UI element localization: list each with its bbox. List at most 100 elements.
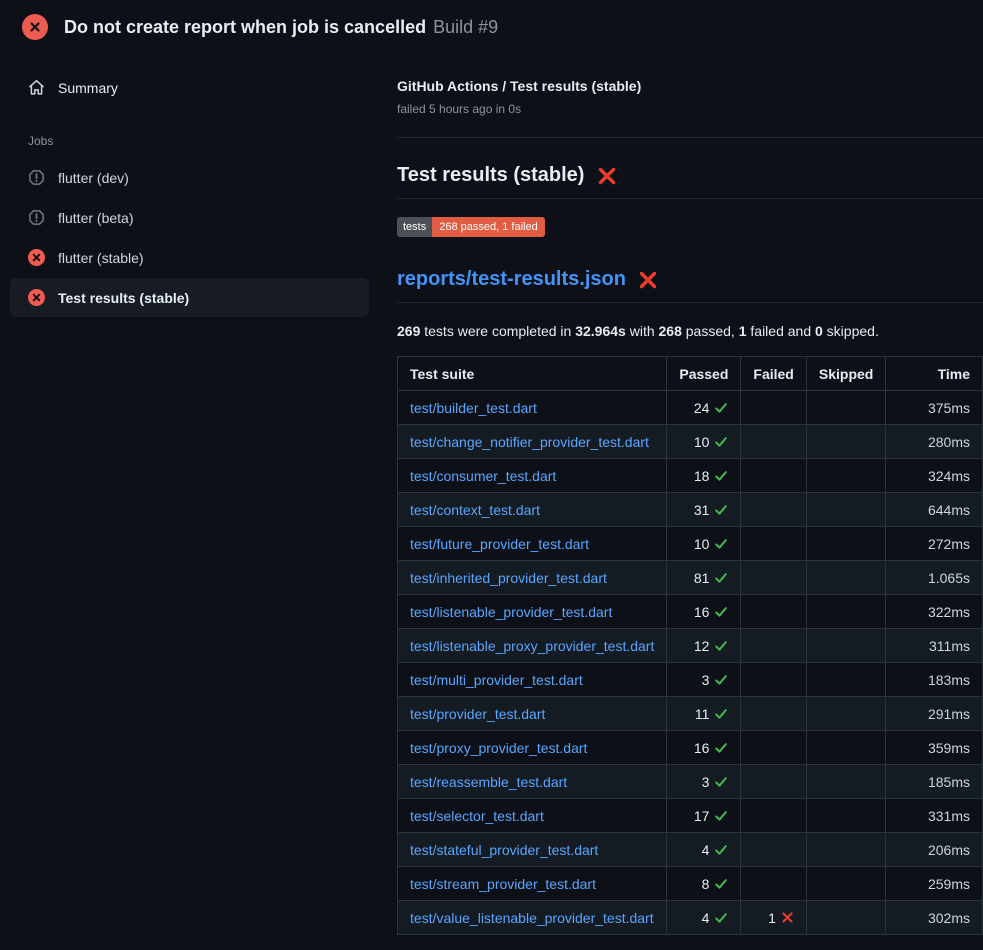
sidebar-item-summary[interactable]: Summary [10,70,369,105]
run-meta: failed 5 hours ago in 0s [397,102,983,116]
test-suite-link[interactable]: test/listenable_proxy_provider_test.dart [410,638,654,654]
failed-cell [741,629,806,663]
check-icon [714,707,728,721]
test-suite-cell: test/reassemble_test.dart [398,765,667,799]
table-row: test/listenable_provider_test.dart 16 32… [398,595,983,629]
sidebar-job-item[interactable]: Test results (stable) [10,278,369,317]
test-suite-link[interactable]: test/proxy_provider_test.dart [410,740,587,756]
passed-cell: 16 [667,595,741,629]
failed-x-icon [597,166,617,186]
failed-cell [741,731,806,765]
failed-cell [741,697,806,731]
skipped-cell [806,595,885,629]
skipped-cell [806,493,885,527]
test-suite-cell: test/stream_provider_test.dart [398,867,667,901]
failed-cell: 1 [741,901,806,935]
test-suite-link[interactable]: test/change_notifier_provider_test.dart [410,434,649,450]
passed-cell: 11 [667,697,741,731]
x-circle-icon [28,249,45,266]
check-icon [714,877,728,891]
failed-cell [741,595,806,629]
check-icon [714,571,728,585]
time-cell: 302ms [886,901,983,935]
passed-cell: 31 [667,493,741,527]
test-suite-link[interactable]: test/listenable_provider_test.dart [410,604,612,620]
table-header-row: Test suite Passed Failed Skipped Time [398,357,983,391]
sidebar-job-label: flutter (dev) [58,170,129,186]
passed-cell: 3 [667,765,741,799]
test-suite-link[interactable]: test/inherited_provider_test.dart [410,570,607,586]
failed-cell [741,833,806,867]
check-icon [714,401,728,415]
check-icon [714,673,728,687]
test-suite-link[interactable]: test/context_test.dart [410,502,540,518]
failed-cell [741,561,806,595]
badge-label: tests [397,217,432,237]
skipped-cell [806,697,885,731]
check-icon [714,809,728,823]
page-title: Do not create report when job is cancell… [64,17,426,38]
skipped-cell [806,391,885,425]
test-suite-link[interactable]: test/multi_provider_test.dart [410,672,583,688]
time-cell: 291ms [886,697,983,731]
skipped-cell [806,527,885,561]
test-suite-link[interactable]: test/reassemble_test.dart [410,774,567,790]
passed-cell: 12 [667,629,741,663]
sidebar-job-label: flutter (beta) [58,210,133,226]
skipped-cell [806,459,885,493]
summary-text: 269 tests were completed in 32.964s with… [397,323,983,339]
skipped-cell [806,867,885,901]
failed-cell [741,765,806,799]
column-header-failed: Failed [741,357,806,391]
skipped-cell [806,765,885,799]
test-suite-link[interactable]: test/stream_provider_test.dart [410,876,596,892]
table-row: test/future_provider_test.dart 10 272ms [398,527,983,561]
x-circle-icon [28,289,45,306]
test-suite-cell: test/multi_provider_test.dart [398,663,667,697]
report-file-link[interactable]: reports/test-results.json [397,268,626,291]
sidebar-job-item[interactable]: flutter (stable) [10,238,369,277]
failed-cell [741,459,806,493]
passed-cell: 10 [667,425,741,459]
skipped-cell [806,731,885,765]
sidebar-job-label: flutter (stable) [58,250,144,266]
test-results-table: Test suite Passed Failed Skipped Time te… [397,356,983,935]
passed-cell: 10 [667,527,741,561]
time-cell: 259ms [886,867,983,901]
failed-x-icon [638,270,658,290]
home-icon [28,79,45,96]
sidebar-job-item[interactable]: flutter (dev) [10,158,369,197]
test-suite-link[interactable]: test/consumer_test.dart [410,468,556,484]
sidebar-item-label: Summary [58,80,118,96]
test-suite-cell: test/future_provider_test.dart [398,527,667,561]
test-suite-link[interactable]: test/value_listenable_provider_test.dart [410,910,654,926]
test-suite-cell: test/provider_test.dart [398,697,667,731]
time-cell: 322ms [886,595,983,629]
stop-icon [28,209,45,226]
sidebar-job-item[interactable]: flutter (beta) [10,198,369,237]
test-suite-cell: test/listenable_proxy_provider_test.dart [398,629,667,663]
check-icon [714,605,728,619]
time-cell: 331ms [886,799,983,833]
time-cell: 206ms [886,833,983,867]
column-header-time: Time [886,357,983,391]
test-suite-link[interactable]: test/builder_test.dart [410,400,537,416]
test-suite-link[interactable]: test/selector_test.dart [410,808,544,824]
x-icon [781,911,794,924]
check-icon [714,537,728,551]
table-row: test/stateful_provider_test.dart 4 206ms [398,833,983,867]
test-suite-link[interactable]: test/provider_test.dart [410,706,545,722]
failed-cell [741,425,806,459]
table-row: test/stream_provider_test.dart 8 259ms [398,867,983,901]
table-row: test/context_test.dart 31 644ms [398,493,983,527]
test-suite-link[interactable]: test/future_provider_test.dart [410,536,589,552]
stop-icon [28,169,45,186]
sidebar-job-label: Test results (stable) [58,290,189,306]
job-list: flutter (dev) flutter (beta) flutter (st… [10,158,369,317]
test-suite-cell: test/proxy_provider_test.dart [398,731,667,765]
column-header-test-suite: Test suite [398,357,667,391]
test-suite-link[interactable]: test/stateful_provider_test.dart [410,842,598,858]
main-content: GitHub Actions / Test results (stable) f… [381,52,983,935]
failed-cell [741,493,806,527]
table-row: test/proxy_provider_test.dart 16 359ms [398,731,983,765]
